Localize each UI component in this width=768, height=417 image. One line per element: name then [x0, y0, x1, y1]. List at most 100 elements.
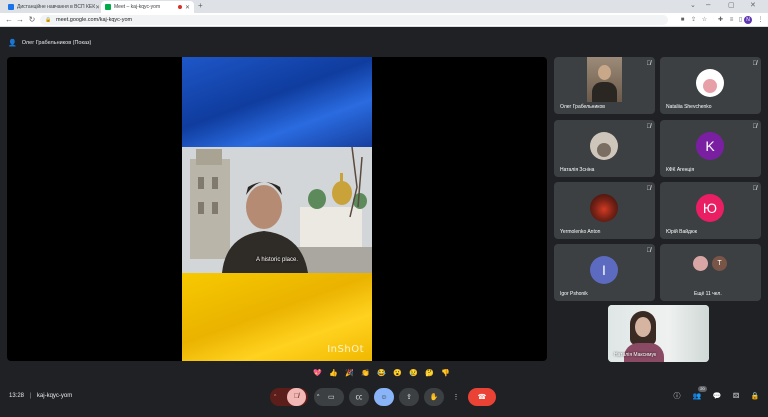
participant-tile[interactable]: 🎙̸ Олег Грабельников	[554, 57, 655, 114]
mic-control: ^ 🎙̸	[270, 388, 308, 406]
close-tab-icon[interactable]: ✕	[185, 4, 190, 11]
host-controls-icon[interactable]: 🔒	[748, 390, 762, 404]
activities-icon[interactable]: ⚄	[729, 390, 743, 404]
participant-name: Yermolenko Anton	[560, 229, 601, 235]
captions-button[interactable]: ㏄	[349, 388, 369, 406]
tab-classroom[interactable]: Дистанційне навчання в ВСП КЕК ✕	[4, 1, 99, 13]
tab-title: Meet – kaj-kqyc-yom	[114, 4, 161, 10]
presenter-label: 👤 Олег Грабельников (Показ)	[8, 36, 91, 50]
reaction-thinking[interactable]: 🤔	[424, 368, 435, 379]
address-bar[interactable]: 🔒 meet.google.com/kaj-kqyc-yom	[40, 15, 668, 25]
participant-video	[587, 57, 622, 102]
minimize-icon[interactable]: –	[706, 0, 710, 9]
participant-avatar: K	[696, 132, 724, 160]
participant-avatar	[693, 256, 708, 271]
more-participants-label: Ещё 11 чел.	[694, 291, 722, 297]
tab-title: Дистанційне навчання в ВСП КЕК	[17, 4, 96, 10]
reaction-thumbs-up[interactable]: 👍	[328, 368, 339, 379]
participant-tile[interactable]: 🎙̸ Nataliia Shevchenko	[660, 57, 761, 114]
mic-off-icon: 🎙̸	[752, 186, 758, 192]
tab-search-icon[interactable]: ⌄	[690, 1, 696, 9]
mic-off-icon: 🎙̸	[752, 61, 758, 67]
back-icon[interactable]: ←	[4, 15, 14, 25]
participant-tile[interactable]: 🎙̸ Наталія Зсніна	[554, 120, 655, 177]
classroom-favicon-icon	[8, 4, 14, 10]
reaction-party[interactable]: 🎉	[344, 368, 355, 379]
tab-meet[interactable]: Meet – kaj-kqyc-yom ✕	[101, 1, 194, 13]
close-tab-icon[interactable]: ✕	[95, 4, 99, 11]
people-icon[interactable]: 👥	[690, 390, 704, 404]
close-window-icon[interactable]: ✕	[750, 1, 756, 9]
participant-count-badge: 20	[698, 386, 707, 392]
participant-name: Наталія Зсніна	[560, 167, 595, 173]
participant-avatar	[590, 194, 618, 222]
browser-tab-strip: Дистанційне навчання в ВСП КЕК ✕ Meet – …	[0, 0, 768, 13]
camera-site-icon[interactable]: ■	[678, 15, 687, 25]
call-controls: ^ 🎙̸ ^ ▭ ㏄ ☺ ⇪ ✋ ⋮ ☎ ⓘ 👥 💬 ⚄ 🔒	[0, 386, 768, 408]
recording-dot-icon	[177, 5, 182, 9]
mic-off-icon: 🎙̸	[646, 186, 652, 192]
participant-name: Igor Pshonik	[560, 291, 588, 297]
flag-yellow-stripe: InShOt	[182, 273, 372, 361]
forward-icon[interactable]: →	[15, 15, 25, 25]
flag-blue-stripe	[182, 57, 372, 147]
mic-options-chevron-icon[interactable]: ^	[274, 394, 276, 400]
presenter-name: Олег Грабельников (Показ)	[21, 40, 92, 46]
reaction-sad[interactable]: 😢	[408, 368, 419, 379]
reactions-bar: 💖 👍 🎉 👏 😂 😮 😢 🤔 👎	[312, 368, 451, 380]
video-scene: A historic place.	[182, 146, 372, 273]
self-name: Наталія Максимук	[614, 352, 657, 358]
more-participants-tile[interactable]: T Ещё 11 чел.	[660, 244, 761, 301]
participant-tile[interactable]: 🎙̸ Yermolenko Anton	[554, 182, 655, 239]
participant-name: Nataliia Shevchenko	[666, 104, 712, 110]
reaction-clap[interactable]: 👏	[360, 368, 371, 379]
video-subtitle: A historic place.	[255, 257, 299, 263]
reaction-surprised[interactable]: 😮	[392, 368, 403, 379]
mic-off-icon: 🎙̸	[752, 124, 758, 130]
participant-name: КФК Агенція	[666, 167, 695, 173]
self-view-tile[interactable]: Наталія Максимук	[608, 305, 709, 362]
camera-control: ^ ▭	[314, 388, 344, 406]
reaction-laugh[interactable]: 😂	[376, 368, 387, 379]
participant-tile[interactable]: K 🎙̸ КФК Агенція	[660, 120, 761, 177]
meeting-details-icon[interactable]: ⓘ	[670, 390, 684, 404]
cathedral-scene-image	[182, 146, 372, 273]
people-icon: 👤	[8, 40, 17, 47]
participant-avatar	[696, 69, 724, 97]
raise-hand-button[interactable]: ✋	[424, 388, 444, 406]
share-icon[interactable]: ⇪	[689, 15, 698, 25]
participant-name: Юрій Вайдюк	[666, 229, 697, 235]
reaction-thumbs-down[interactable]: 👎	[440, 368, 451, 379]
more-options-button[interactable]: ⋮	[449, 388, 463, 406]
emoji-reactions-button[interactable]: ☺	[374, 388, 394, 406]
camera-options-chevron-icon[interactable]: ^	[317, 394, 319, 400]
media-icon[interactable]: ≡	[727, 15, 736, 25]
reload-icon[interactable]: ↻	[27, 15, 37, 25]
participant-avatar: I	[590, 256, 618, 284]
mic-off-icon: 🎙̸	[646, 124, 652, 130]
present-screen-button[interactable]: ⇪	[399, 388, 419, 406]
shared-video: A historic place. InShOt	[182, 57, 372, 361]
mic-off-button[interactable]: 🎙̸	[287, 388, 306, 406]
participant-avatar: T	[712, 256, 727, 271]
participant-tile[interactable]: Ю 🎙̸ Юрій Вайдюк	[660, 182, 761, 239]
browser-toolbar: ← → ↻ 🔒 meet.google.com/kaj-kqyc-yom ■ ⇪…	[0, 13, 768, 27]
end-call-button[interactable]: ☎	[468, 388, 496, 406]
extensions-icon[interactable]: ✚	[716, 15, 725, 25]
mic-off-icon: 🎙̸	[646, 248, 652, 254]
menu-dots-icon[interactable]: ⋮	[756, 15, 765, 25]
lock-icon: 🔒	[45, 17, 52, 23]
participant-avatar: Ю	[696, 194, 724, 222]
url-text: meet.google.com/kaj-kqyc-yom	[56, 17, 133, 23]
maximize-icon[interactable]: ▢	[728, 1, 735, 9]
reaction-heart[interactable]: 💖	[312, 368, 323, 379]
meet-favicon-icon	[105, 4, 111, 10]
profile-avatar[interactable]: N	[744, 16, 752, 24]
inshot-watermark: InShOt	[327, 344, 364, 355]
chat-icon[interactable]: 💬	[710, 390, 724, 404]
camera-button[interactable]: ▭	[328, 393, 335, 401]
bookmark-star-icon[interactable]: ☆	[700, 15, 709, 25]
participant-avatar	[590, 132, 618, 160]
participant-tile[interactable]: I 🎙̸ Igor Pshonik	[554, 244, 655, 301]
new-tab-button[interactable]: +	[198, 1, 203, 10]
